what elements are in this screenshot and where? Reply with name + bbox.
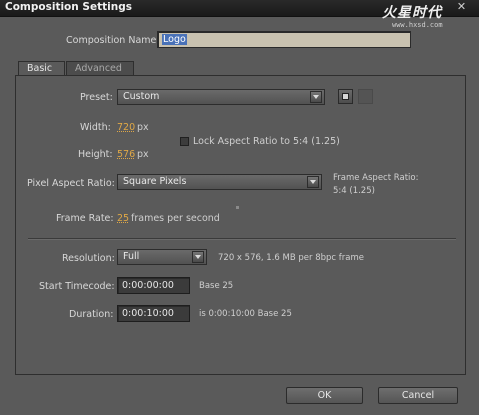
basic-settings-panel (15, 75, 466, 375)
duration-input[interactable]: 0:00:10:00 (117, 305, 190, 322)
width-label: Width: (80, 122, 111, 133)
save-disk-icon (342, 93, 349, 100)
tab-basic[interactable]: Basic (18, 61, 65, 76)
composition-name-input[interactable]: Logo (157, 31, 411, 48)
height-unit: px (137, 149, 149, 160)
watermark-url: www.hxsd.com (392, 21, 443, 29)
section-divider (28, 238, 456, 240)
start-timecode-label: Start Timecode: (39, 281, 115, 292)
ok-button-label: OK (317, 390, 332, 401)
lock-aspect-checkbox[interactable] (180, 137, 189, 146)
start-timecode-info: Base 25 (199, 281, 234, 291)
pixel-aspect-value: Square Pixels (123, 176, 187, 187)
frame-aspect-value: 5:4 (1.25) (333, 186, 375, 196)
cancel-button[interactable]: Cancel (378, 387, 458, 404)
start-timecode-value: 0:00:00:00 (122, 280, 174, 291)
chevron-down-icon (310, 91, 322, 103)
resolution-dropdown[interactable]: Full (117, 249, 207, 265)
watermark-logo: 火星时代 www.hxsd.com (360, 2, 475, 32)
delete-preset-button (358, 89, 373, 104)
pixel-aspect-dropdown[interactable]: Square Pixels (117, 174, 322, 190)
frame-rate-unit: frames per second (131, 213, 220, 224)
chevron-down-icon (192, 251, 204, 263)
duration-info: is 0:00:10:00 Base 25 (199, 309, 292, 319)
duration-label: Duration: (69, 309, 114, 320)
resolution-value: Full (123, 251, 140, 262)
tab-basic-label: Basic (27, 63, 53, 74)
ok-button[interactable]: OK (286, 387, 363, 404)
tab-advanced[interactable]: Advanced (66, 61, 134, 76)
start-timecode-input[interactable]: 0:00:00:00 (117, 277, 190, 294)
save-preset-button[interactable] (338, 89, 353, 104)
width-value[interactable]: 720 (117, 122, 135, 133)
width-unit: px (137, 122, 149, 133)
pixel-aspect-label: Pixel Aspect Ratio: (27, 178, 115, 189)
lock-aspect-label: Lock Aspect Ratio to 5:4 (1.25) (193, 136, 340, 147)
preset-value: Custom (123, 91, 160, 102)
window-title: Composition Settings (5, 1, 132, 13)
resolution-info: 720 x 576, 1.6 MB per 8bpc frame (218, 253, 364, 263)
height-value[interactable]: 576 (117, 149, 135, 160)
duration-value: 0:00:10:00 (122, 308, 174, 319)
frame-aspect-label: Frame Aspect Ratio: (333, 173, 419, 183)
cancel-button-label: Cancel (401, 390, 435, 401)
height-label: Height: (78, 149, 113, 160)
composition-name-label: Composition Name: (66, 35, 160, 46)
frame-rate-label: Frame Rate: (56, 213, 114, 224)
preset-dropdown[interactable]: Custom (117, 89, 325, 105)
separator-dot (236, 206, 239, 209)
watermark-brand: 火星时代 (382, 5, 442, 21)
tab-advanced-label: Advanced (75, 63, 122, 74)
chevron-down-icon (307, 176, 319, 188)
frame-rate-value[interactable]: 25 (117, 213, 129, 224)
preset-label: Preset: (80, 92, 113, 103)
resolution-label: Resolution: (62, 253, 115, 264)
composition-name-value: Logo (162, 34, 187, 45)
